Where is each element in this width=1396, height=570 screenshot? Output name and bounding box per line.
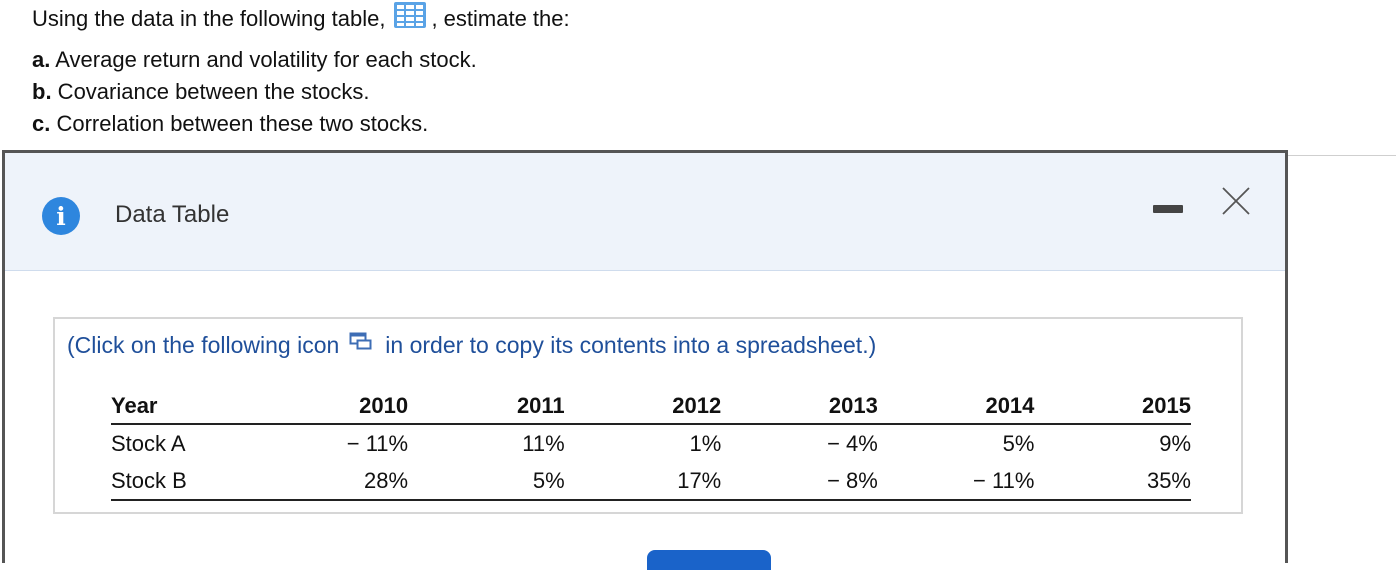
question-intro: Using the data in the following table, ,… <box>32 1 570 34</box>
table-cell: − 11% <box>346 430 409 456</box>
table-cell: 5% <box>408 462 565 501</box>
table-cell: − 4% <box>827 430 878 456</box>
table-cell: − 8% <box>721 462 878 501</box>
divider-line <box>1286 155 1396 156</box>
close-icon[interactable] <box>1216 181 1256 221</box>
column-header-2014: 2014 <box>877 389 1035 425</box>
dialog-header[interactable]: i Data Table <box>5 153 1285 271</box>
minimize-button[interactable] <box>1153 203 1185 215</box>
table-header-row: Year 2010 2011 2012 2013 2014 2015 <box>111 389 1191 425</box>
table-cell: 17% <box>564 462 722 501</box>
column-header-2011: 2011 <box>408 389 565 425</box>
question-items: a. Average return and volatility for eac… <box>32 44 570 140</box>
grid-table-icon[interactable] <box>393 1 427 38</box>
info-icon: i <box>42 197 80 235</box>
table-cell: 35% <box>1034 462 1191 501</box>
table-cell: 28% <box>251 462 409 501</box>
table-cell: 1% <box>689 430 722 456</box>
column-header-2015: 2015 <box>1034 389 1191 425</box>
question-item-c: c. Correlation between these two stocks. <box>32 111 429 136</box>
row-label: Stock A <box>111 430 186 456</box>
dialog-title: Data Table <box>115 201 230 228</box>
column-header-year: Year <box>111 389 252 425</box>
question-intro-before: Using the data in the following table, <box>32 6 386 31</box>
table-cell: 5% <box>1002 430 1035 456</box>
question-item-a: a. Average return and volatility for eac… <box>32 47 477 72</box>
svg-text:i: i <box>56 202 66 231</box>
data-table-content: (Click on the following icon in order to… <box>53 317 1243 514</box>
copy-to-spreadsheet-icon[interactable] <box>349 329 373 361</box>
returns-table: Year 2010 2011 2012 2013 2014 2015 Stock… <box>111 389 1191 501</box>
dialog-action-button[interactable] <box>647 550 771 570</box>
question-intro-after: , estimate the: <box>431 6 570 31</box>
table-row: Stock B 28% 5% 17% − 8% − 11% 35% <box>111 462 1191 501</box>
table-cell: 11% <box>522 430 565 456</box>
copy-instruction-after: in order to copy its contents into a spr… <box>385 332 877 358</box>
column-header-2010: 2010 <box>251 389 409 425</box>
table-cell: − 11% <box>877 462 1035 501</box>
table-row: Stock A − 11% 11% 1% − 4% 5% 9% <box>111 424 1191 462</box>
row-label: Stock B <box>111 462 252 501</box>
copy-instruction: (Click on the following icon in order to… <box>67 329 876 361</box>
question-item-b: b. Covariance between the stocks. <box>32 79 370 104</box>
minimize-icon <box>1153 205 1183 213</box>
copy-instruction-before: (Click on the following icon <box>67 332 340 358</box>
column-header-2012: 2012 <box>564 389 722 425</box>
column-header-2013: 2013 <box>721 389 878 425</box>
data-table-dialog: i Data Table (Click on the following ico… <box>2 150 1288 570</box>
question-text: Using the data in the following table, ,… <box>32 1 570 140</box>
table-cell: 9% <box>1159 430 1191 456</box>
